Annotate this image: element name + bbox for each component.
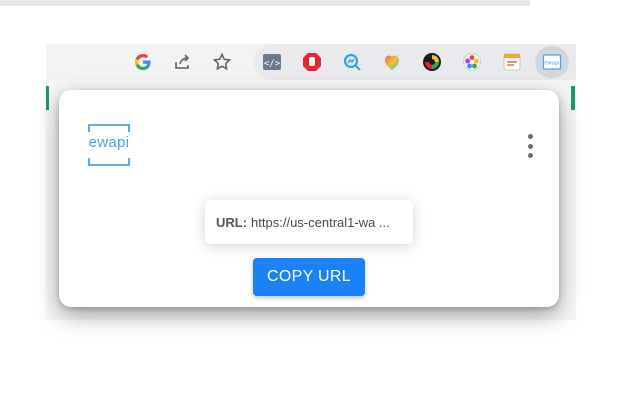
heart-extension-icon[interactable] xyxy=(381,51,403,73)
url-label: URL: xyxy=(216,214,248,230)
google-icon[interactable] xyxy=(132,51,154,73)
page-green-marker-left xyxy=(46,86,49,110)
code-extension-icon[interactable]: </> xyxy=(261,51,283,73)
extension-popup: ewapi URL: https://us-central1-wa ... CO… xyxy=(59,90,559,307)
photo-lens-extension-icon[interactable] xyxy=(461,51,483,73)
svg-text:</>: </> xyxy=(264,59,281,69)
notes-extension-icon[interactable] xyxy=(501,51,523,73)
color-circle-extension-icon[interactable] xyxy=(421,51,443,73)
ewapi-logo: ewapi xyxy=(87,124,131,166)
more-options-icon[interactable] xyxy=(525,134,535,158)
star-bookmark-icon[interactable] xyxy=(211,51,233,73)
top-window-strip xyxy=(0,0,530,6)
ewapi-extension-icon[interactable]: ewapi xyxy=(541,51,563,73)
logo-text: ewapi xyxy=(88,134,130,151)
page-green-marker-right xyxy=(571,86,575,110)
url-value: https://us-central1-wa ... xyxy=(251,214,390,230)
search-magnifier-extension-icon[interactable] xyxy=(341,51,363,73)
screen: </> ewapi ewapi URL: https://us-central1… xyxy=(0,0,640,400)
url-display: URL: https://us-central1-wa ... xyxy=(205,200,413,244)
share-icon[interactable] xyxy=(171,51,193,73)
stop-hand-extension-icon[interactable] xyxy=(301,51,323,73)
copy-url-button[interactable]: COPY URL xyxy=(253,258,365,296)
svg-text:ewapi: ewapi xyxy=(545,61,560,67)
